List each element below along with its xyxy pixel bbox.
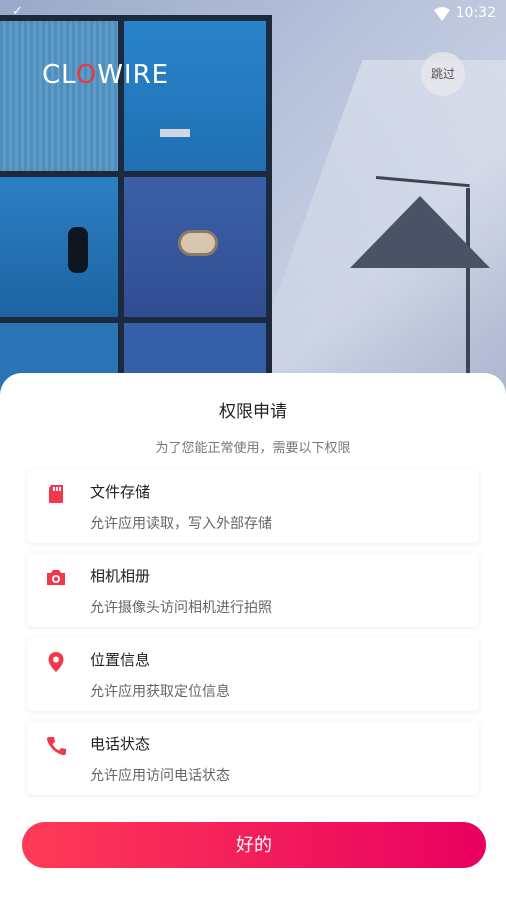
door-latch <box>160 129 190 137</box>
dialog-title: 权限申请 <box>219 402 287 422</box>
permission-item-camera: 相机相册 允许摄像头访问相机进行拍照 <box>27 553 479 627</box>
lamp-shade <box>350 196 490 268</box>
check-icon: ✓ <box>12 4 23 19</box>
skip-button[interactable]: 跳过 <box>421 52 465 96</box>
logo-text-prefix: CL <box>42 60 76 90</box>
permission-desc: 允许应用获取定位信息 <box>90 684 230 700</box>
permission-desc: 允许摄像头访问相机进行拍照 <box>90 600 272 616</box>
logo-text-suffix: WIRE <box>97 60 170 90</box>
location-pin-icon <box>48 652 64 672</box>
permission-title: 相机相册 <box>90 567 151 585</box>
camera-icon <box>47 570 65 585</box>
status-time: 10:32 <box>455 5 496 21</box>
phone-icon <box>46 737 66 756</box>
logo-text-o: O <box>75 60 98 90</box>
status-bar: ✓ 10:32 <box>0 0 506 28</box>
door-panel <box>124 21 266 171</box>
door-panel <box>0 177 118 317</box>
permission-item-phone: 电话状态 允许应用访问电话状态 <box>27 721 479 795</box>
permission-desc: 允许应用读取，写入外部存储 <box>90 516 272 532</box>
permission-desc: 允许应用访问电话状态 <box>90 768 230 784</box>
permission-title: 电话状态 <box>90 735 151 753</box>
wifi-icon <box>434 7 450 21</box>
dialog-subtitle: 为了您能正常使用，需要以下权限 <box>155 441 351 456</box>
brand-logo: CLOWIRE <box>42 60 169 90</box>
permission-title: 位置信息 <box>90 651 151 669</box>
confirm-button[interactable]: 好的 <box>22 822 486 868</box>
door-knob <box>178 230 218 256</box>
permission-item-location: 位置信息 允许应用获取定位信息 <box>27 637 479 711</box>
door-panel <box>0 21 118 171</box>
sd-card-icon <box>49 485 63 503</box>
permission-item-storage: 文件存储 允许应用读取，写入外部存储 <box>27 469 479 543</box>
door-lock <box>68 227 88 273</box>
permission-title: 文件存储 <box>90 483 151 501</box>
permission-dialog: 权限申请 为了您能正常使用，需要以下权限 文件存储 允许应用读取，写入外部存储 … <box>0 373 506 900</box>
